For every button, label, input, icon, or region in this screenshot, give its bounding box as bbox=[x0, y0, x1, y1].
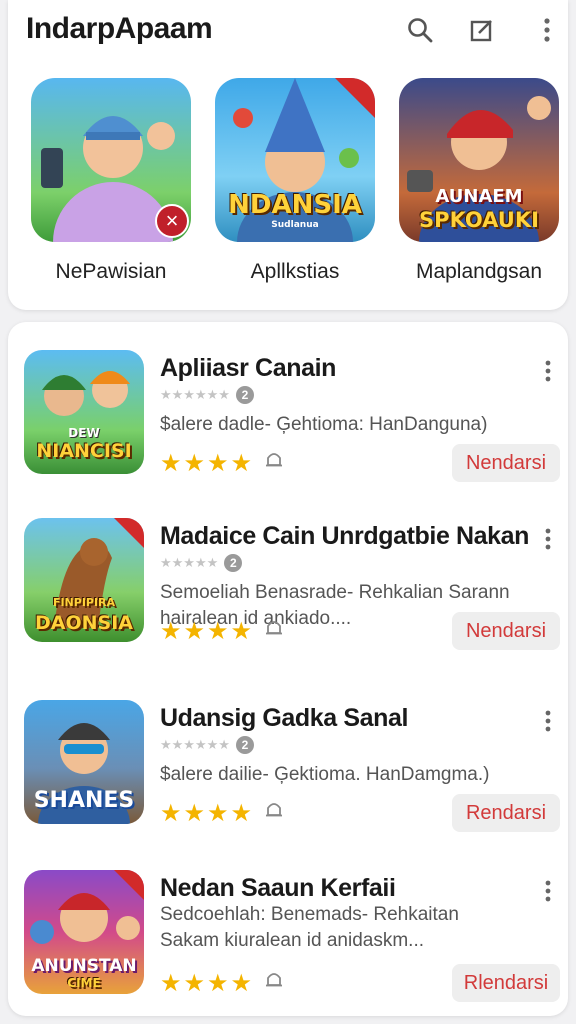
thumbnail-title: ANUNSTAN bbox=[31, 956, 137, 976]
app-thumbnail: FINPIPIRA DAONSIA bbox=[24, 518, 144, 642]
thumbnail-title-line-2: SPKOAUKI bbox=[419, 208, 539, 232]
star-icon: ★ bbox=[207, 618, 229, 645]
app-thumbnail: × bbox=[31, 78, 191, 242]
bell-icon[interactable] bbox=[264, 449, 284, 478]
app-thumbnail: NDANSIA Sudlanua bbox=[215, 78, 375, 242]
edit-icon[interactable] bbox=[466, 14, 498, 46]
star-rating: ★ ★ ★ ★ bbox=[160, 799, 284, 828]
rating-count: 2 bbox=[235, 736, 254, 754]
featured-app-2[interactable]: NDANSIA Sudlanua Apllkstias bbox=[214, 78, 376, 284]
rating-row: ★★★★★★ 2 bbox=[160, 736, 254, 754]
empty-stars-icon: ★★★★★★ bbox=[160, 737, 230, 752]
thumbnail-title: NDANSIA bbox=[228, 190, 362, 220]
star-icon: ★ bbox=[230, 800, 253, 827]
star-icon: ★ bbox=[160, 800, 182, 827]
list-item[interactable]: ANUNSTAN CIME Nedan Saaun Kerfaii Sedcoe… bbox=[16, 870, 560, 1020]
list-item[interactable]: DEW NIANCISI Apliiasr Canain ★★★★★★ 2 $a… bbox=[16, 350, 560, 500]
featured-app-label: Apllkstias bbox=[250, 260, 340, 283]
thumbnail-title: SHANES bbox=[33, 788, 135, 813]
thumbnail-subtitle: FINPIPIRA bbox=[52, 596, 116, 609]
star-icon: ★ bbox=[160, 618, 182, 645]
app-description: $alere dadle- Ģehtioma: HanDanguna) bbox=[160, 414, 488, 435]
thumbnail-subtitle: CIME bbox=[67, 976, 101, 990]
install-button[interactable]: Nendarsi bbox=[452, 444, 560, 482]
app-title[interactable]: Udansig Gadka Sanal bbox=[160, 704, 408, 733]
star-icon: ★ bbox=[160, 450, 182, 477]
search-icon[interactable] bbox=[404, 14, 436, 46]
thumbnail-title-line-1: AUNAEM bbox=[435, 186, 523, 207]
more-vertical-icon[interactable] bbox=[531, 14, 563, 46]
more-vertical-icon[interactable] bbox=[536, 876, 560, 906]
featured-app-3[interactable]: AUNAEM SPKOAUKI Maplandgsan bbox=[398, 78, 560, 284]
app-thumbnail: DEW NIANCISI bbox=[24, 350, 144, 474]
rating-row: ★★★★★ 2 bbox=[160, 554, 243, 572]
star-icon: ★ bbox=[207, 970, 229, 997]
app-title[interactable]: Nedan Saaun Kerfaii bbox=[160, 874, 396, 903]
star-icon: ★ bbox=[230, 970, 253, 997]
star-icon: ★ bbox=[183, 800, 206, 827]
top-card: IndarpApaam × NePawisian NDANSIA Sudlanu… bbox=[8, 0, 568, 310]
list-item[interactable]: SHANES Udansig Gadka Sanal ★★★★★★ 2 $ale… bbox=[16, 700, 560, 850]
featured-app-label: NePawisian bbox=[55, 260, 167, 283]
star-icon: ★ bbox=[183, 618, 206, 645]
rating-count: 2 bbox=[235, 386, 254, 404]
featured-app-1[interactable]: × NePawisian bbox=[30, 78, 192, 284]
app-title[interactable]: Apliiasr Canain bbox=[160, 354, 336, 383]
bell-icon[interactable] bbox=[264, 799, 284, 828]
thumbnail-subtitle: DEW bbox=[68, 426, 100, 440]
list-item[interactable]: FINPIPIRA DAONSIA Madaice Cain Unrdgatbi… bbox=[16, 518, 560, 668]
star-icon: ★ bbox=[183, 970, 206, 997]
app-description: Sedcoehlah: Benemads- Rehkaitan Sakam ki… bbox=[160, 904, 459, 951]
star-icon: ★ bbox=[207, 450, 229, 477]
app-description: $alere dailie- Ģektioma. HanDamgma.) bbox=[160, 764, 490, 785]
star-rating: ★ ★ ★ ★ bbox=[160, 449, 284, 478]
empty-stars-icon: ★★★★★★ bbox=[160, 387, 230, 402]
page-title: IndarpApaam bbox=[26, 12, 213, 45]
app-thumbnail: ANUNSTAN CIME bbox=[24, 870, 144, 994]
star-icon: ★ bbox=[230, 450, 253, 477]
more-vertical-icon[interactable] bbox=[536, 524, 560, 554]
app-thumbnail: SHANES bbox=[24, 700, 144, 824]
star-rating: ★ ★ ★ ★ bbox=[160, 969, 284, 998]
star-rating: ★ ★ ★ ★ bbox=[160, 617, 284, 646]
app-thumbnail: AUNAEM SPKOAUKI bbox=[399, 78, 559, 242]
star-icon: ★ bbox=[207, 800, 229, 827]
close-badge-icon[interactable]: × bbox=[155, 204, 189, 238]
featured-app-label: Maplandgsan bbox=[415, 260, 543, 283]
install-button[interactable]: Nendarsi bbox=[452, 612, 560, 650]
star-icon: ★ bbox=[160, 970, 182, 997]
thumbnail-title: NIANCISI bbox=[36, 440, 132, 462]
more-vertical-icon[interactable] bbox=[536, 706, 560, 736]
star-icon: ★ bbox=[183, 450, 206, 477]
app-title[interactable]: Madaice Cain Unrdgatbie Nakan bbox=[160, 522, 529, 551]
bell-icon[interactable] bbox=[264, 617, 284, 646]
more-vertical-icon[interactable] bbox=[536, 356, 560, 386]
rating-row: ★★★★★★ 2 bbox=[160, 386, 254, 404]
install-button[interactable]: Rendarsi bbox=[452, 794, 560, 832]
empty-stars-icon: ★★★★★ bbox=[160, 555, 219, 570]
bell-icon[interactable] bbox=[264, 969, 284, 998]
thumbnail-title: DAONSIA bbox=[35, 612, 133, 634]
install-button[interactable]: Rlendarsi bbox=[452, 964, 560, 1002]
rating-count: 2 bbox=[224, 554, 243, 572]
star-icon: ★ bbox=[230, 618, 253, 645]
thumbnail-subtitle: Sudlanua bbox=[271, 220, 319, 230]
